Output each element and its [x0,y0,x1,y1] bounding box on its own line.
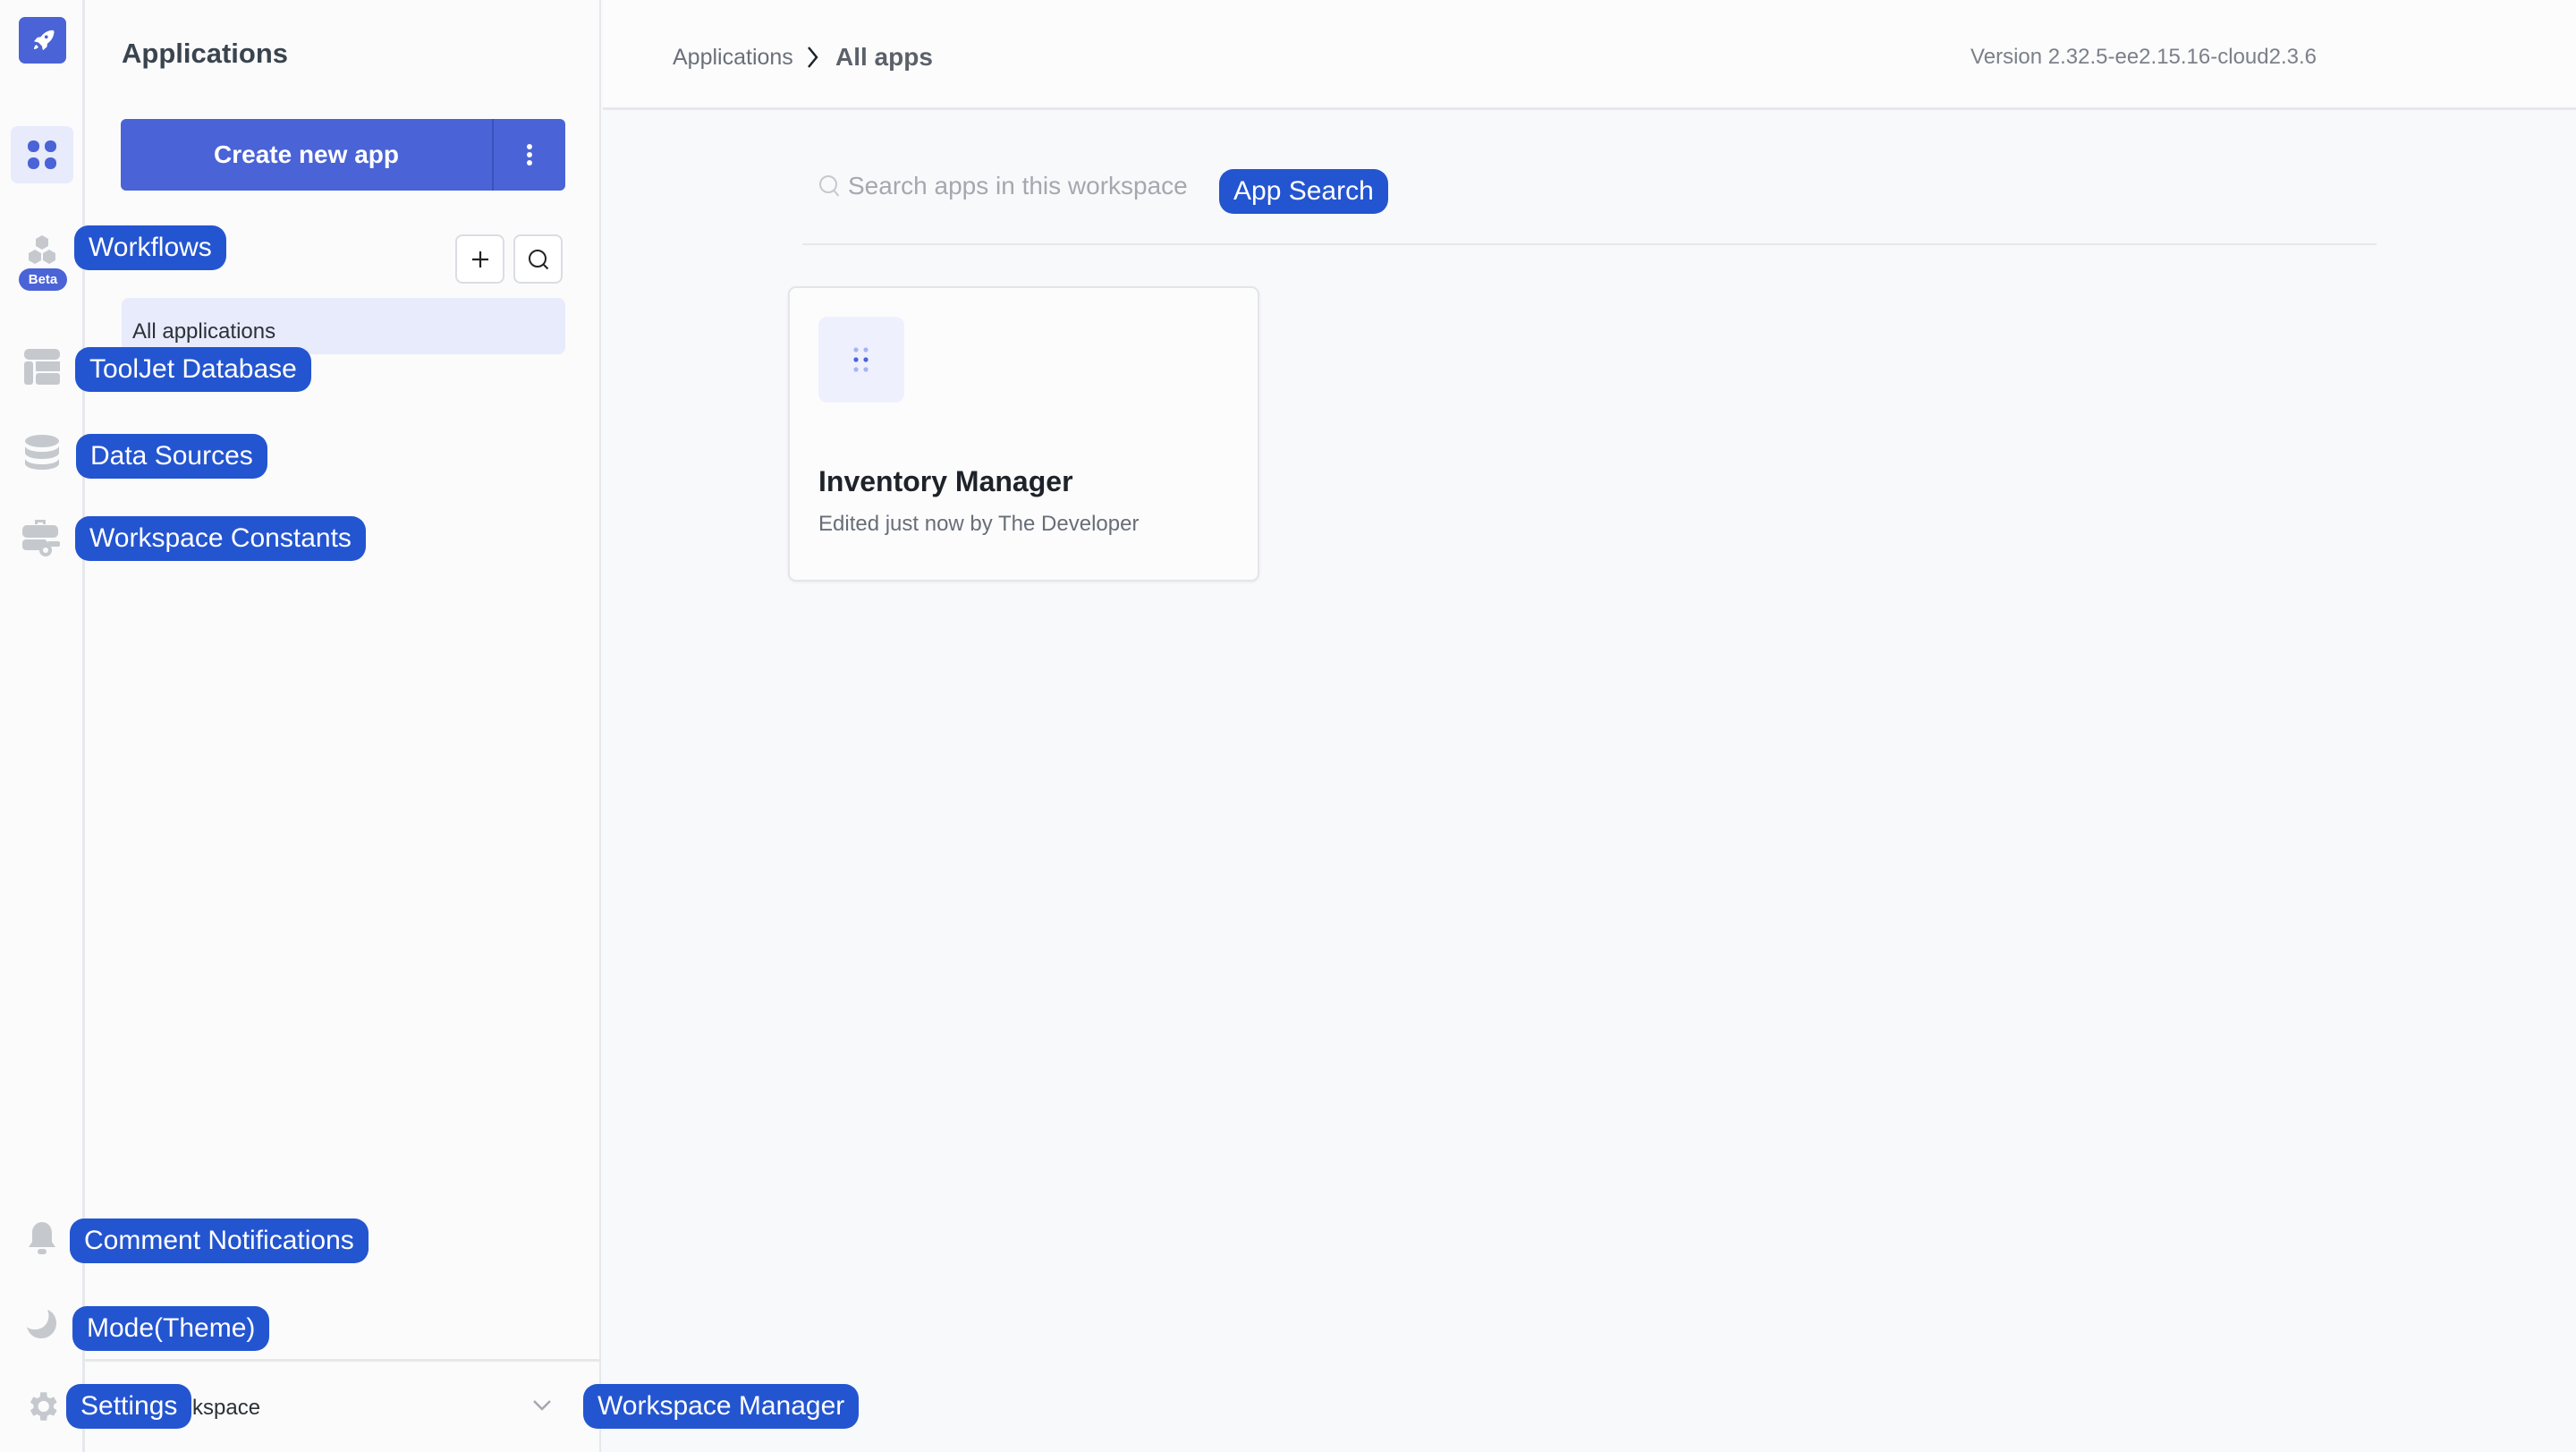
app-card-title: Inventory Manager [818,465,1073,497]
app-dots-icon [853,347,869,372]
search-apps-input[interactable] [848,172,1197,200]
chevron-down-icon[interactable] [530,1394,554,1417]
database-icon [25,435,59,470]
briefcase-key-icon [22,520,60,556]
rail-data-sources[interactable] [11,424,73,481]
app-card-subtitle: Edited just now by The Developer [818,512,1140,536]
label-comment-notifications[interactable]: Comment Notifications [70,1218,369,1263]
create-app-button-group: Create new app [121,119,565,191]
rail-notifications[interactable] [11,1210,73,1267]
kebab-menu-icon [527,144,532,166]
label-theme[interactable]: Mode(Theme) [72,1306,270,1351]
breadcrumb-all-apps: All apps [835,43,933,71]
label-data-sources[interactable]: Data Sources [76,434,267,479]
rocket-icon [33,30,54,51]
top-bar: Applications All apps Version 2.32.5-ee2… [603,0,2576,110]
panel-title: Applications [122,38,289,69]
apps-grid-icon [28,140,56,169]
app-card-icon [818,317,904,403]
search-underline [802,243,2377,245]
create-new-app-button[interactable]: Create new app [121,119,494,191]
rail-theme[interactable] [11,1295,73,1353]
gear-icon [30,1392,57,1421]
hexagons-icon [29,235,55,264]
rail-workspace-constants[interactable] [11,508,73,565]
rail-settings[interactable] [11,1378,73,1435]
chevron-right-icon [808,47,818,68]
rail-apps[interactable] [11,126,73,183]
rail-database[interactable] [11,338,73,395]
label-workflows[interactable]: Workflows [74,225,226,270]
workspace-divider [85,1359,599,1362]
label-settings[interactable]: Settings [66,1384,192,1429]
search-icon [819,175,840,197]
search-icon [528,249,548,269]
app-search [818,172,1197,200]
bell-icon [29,1222,55,1254]
add-folder-button[interactable] [455,234,504,284]
folder-all-applications[interactable]: All applications [122,298,565,354]
app-root: Beta Applications Create new app All app… [0,0,2576,1452]
label-workspace-manager[interactable]: Workspace Manager [583,1384,860,1429]
workspace-selector-text[interactable]: kspace [192,1396,260,1421]
tooljet-logo[interactable] [19,17,66,64]
plus-icon [471,250,488,267]
beta-badge: Beta [19,268,67,291]
label-workspace-constants[interactable]: Workspace Constants [75,516,366,561]
search-folder-button[interactable] [513,234,563,284]
breadcrumb-applications[interactable]: Applications [673,45,793,71]
app-search-button[interactable]: App Search [1219,169,1388,214]
table-icon [24,349,60,385]
label-tooljet-database[interactable]: ToolJet Database [75,347,311,392]
create-app-more-button[interactable] [494,119,565,191]
moon-icon [27,1310,56,1338]
app-card[interactable]: Inventory Manager Edited just now by The… [788,286,1259,582]
version-label: Version 2.32.5-ee2.15.16-cloud2.3.6 [1970,45,2317,69]
